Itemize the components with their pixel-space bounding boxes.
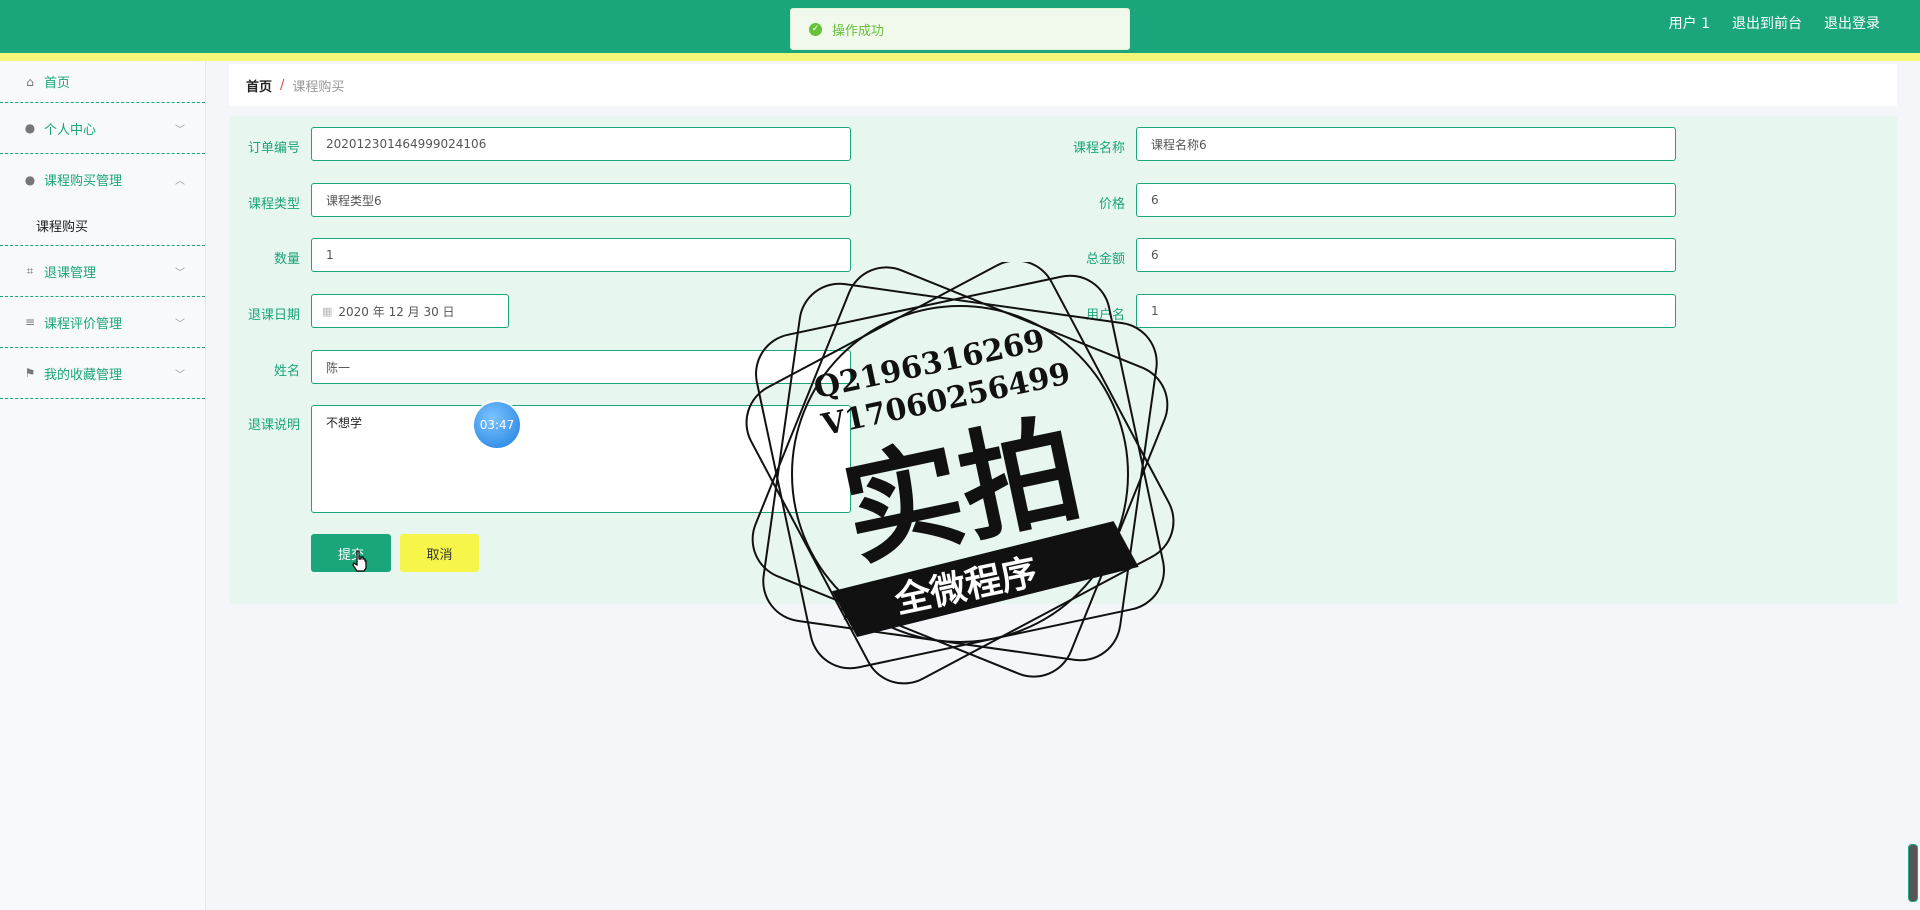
order-no-label: 订单编号 — [247, 141, 300, 156]
drop-date-value: 2020 年 12 月 30 日 — [338, 304, 455, 319]
order-no-field[interactable]: 202012301464999024106 — [311, 127, 851, 161]
top-links: 用户 1 退出到前台 退出登录 — [1669, 13, 1880, 33]
current-user-link[interactable]: 用户 1 — [1669, 13, 1710, 33]
sidebar-item-label: 课程评价管理 — [44, 316, 123, 332]
username-field[interactable]: 1 — [1136, 294, 1676, 328]
sidebar-group-course-purchase: ● 课程购买管理 ︿ 课程购买 — [0, 154, 205, 246]
name-label: 姓名 — [273, 364, 300, 379]
sidebar-item-label: 个人中心 — [44, 122, 97, 138]
sidebar-item-course-purchase-management[interactable]: ● 课程购买管理 ︿ — [0, 154, 205, 205]
breadcrumb-separator: / — [280, 77, 285, 93]
calendar-icon: ▦ — [322, 304, 333, 318]
home-icon: ⌂ — [26, 74, 34, 89]
price-field[interactable]: 6 — [1136, 183, 1676, 217]
sidebar-subitem-label: 课程购买 — [36, 219, 89, 235]
user-icon: ● — [24, 121, 36, 135]
check-circle-icon: ✓ — [809, 22, 822, 36]
course-name-field[interactable]: 课程名称6 — [1136, 127, 1676, 161]
sidebar-item-home[interactable]: ⌂ 首页 — [0, 61, 205, 103]
flag-icon: ⚑ — [24, 366, 36, 380]
sidebar-item-label: 退课管理 — [44, 265, 97, 281]
top-navbar-stripe — [0, 53, 1920, 61]
total-field[interactable]: 6 — [1136, 238, 1676, 272]
chevron-up-icon: ︿ — [175, 176, 185, 187]
sidebar-item-label: 课程购买管理 — [44, 174, 123, 189]
sidebar-item-personal-center[interactable]: ● 个人中心 ﹀ — [0, 103, 205, 154]
chevron-down-icon: ﹀ — [175, 318, 185, 330]
sidebar-item-drop-course-management[interactable]: ⌗ 退课管理 ﹀ — [0, 246, 205, 297]
drop-date-label: 退课日期 — [247, 308, 300, 323]
user-icon: ● — [24, 172, 36, 187]
sidebar-item-course-review-management[interactable]: ≡ 课程评价管理 ﹀ — [0, 297, 205, 348]
logout-link[interactable]: 退出登录 — [1824, 13, 1880, 33]
chevron-down-icon: ﹀ — [175, 267, 185, 279]
timer-badge: 03:47 — [474, 402, 520, 448]
success-toast: ✓ 操作成功 — [790, 8, 1130, 50]
reason-label: 退课说明 — [247, 418, 300, 433]
watermark-stamp: Q2196316269 V17060256499 实拍 全微程序 ★ ★ — [745, 262, 1175, 685]
list-icon: ≡ — [24, 315, 36, 329]
exit-to-frontend-link[interactable]: 退出到前台 — [1732, 13, 1802, 33]
sidebar: ⌂ 首页 ● 个人中心 ﹀ ● 课程购买管理 ︿ 课程购买 ⌗ 退课管理 ﹀ ≡… — [0, 61, 206, 910]
hand-cursor-icon — [352, 550, 367, 572]
sidebar-item-label: 首页 — [44, 76, 71, 91]
price-label: 价格 — [1098, 197, 1125, 212]
quantity-label: 数量 — [273, 252, 300, 267]
breadcrumb-home[interactable]: 首页 — [246, 76, 272, 95]
sidebar-item-favorites-management[interactable]: ⚑ 我的收藏管理 ﹀ — [0, 348, 205, 399]
star-icon: ★ — [1086, 529, 1109, 559]
sidebar-subitem-course-purchase[interactable]: 课程购买 — [0, 205, 205, 245]
toast-message: 操作成功 — [832, 23, 885, 39]
course-name-label: 课程名称 — [1072, 141, 1125, 156]
sidebar-item-label: 我的收藏管理 — [44, 367, 123, 383]
chevron-down-icon: ﹀ — [175, 124, 185, 136]
course-type-label: 课程类型 — [247, 197, 300, 212]
breadcrumb: 首页 / 课程购买 — [229, 64, 1897, 106]
course-type-field[interactable]: 课程类型6 — [311, 183, 851, 217]
crop-icon: ⌗ — [26, 263, 34, 278]
cancel-button[interactable]: 取消 — [400, 534, 479, 572]
drop-date-picker[interactable]: ▦ 2020 年 12 月 30 日 — [311, 294, 509, 328]
breadcrumb-current: 课程购买 — [292, 79, 345, 95]
star-icon: ★ — [838, 597, 861, 627]
scrollbar-thumb[interactable] — [1908, 844, 1918, 902]
chevron-down-icon: ﹀ — [175, 369, 185, 381]
submit-button[interactable]: 提交 — [311, 534, 391, 572]
